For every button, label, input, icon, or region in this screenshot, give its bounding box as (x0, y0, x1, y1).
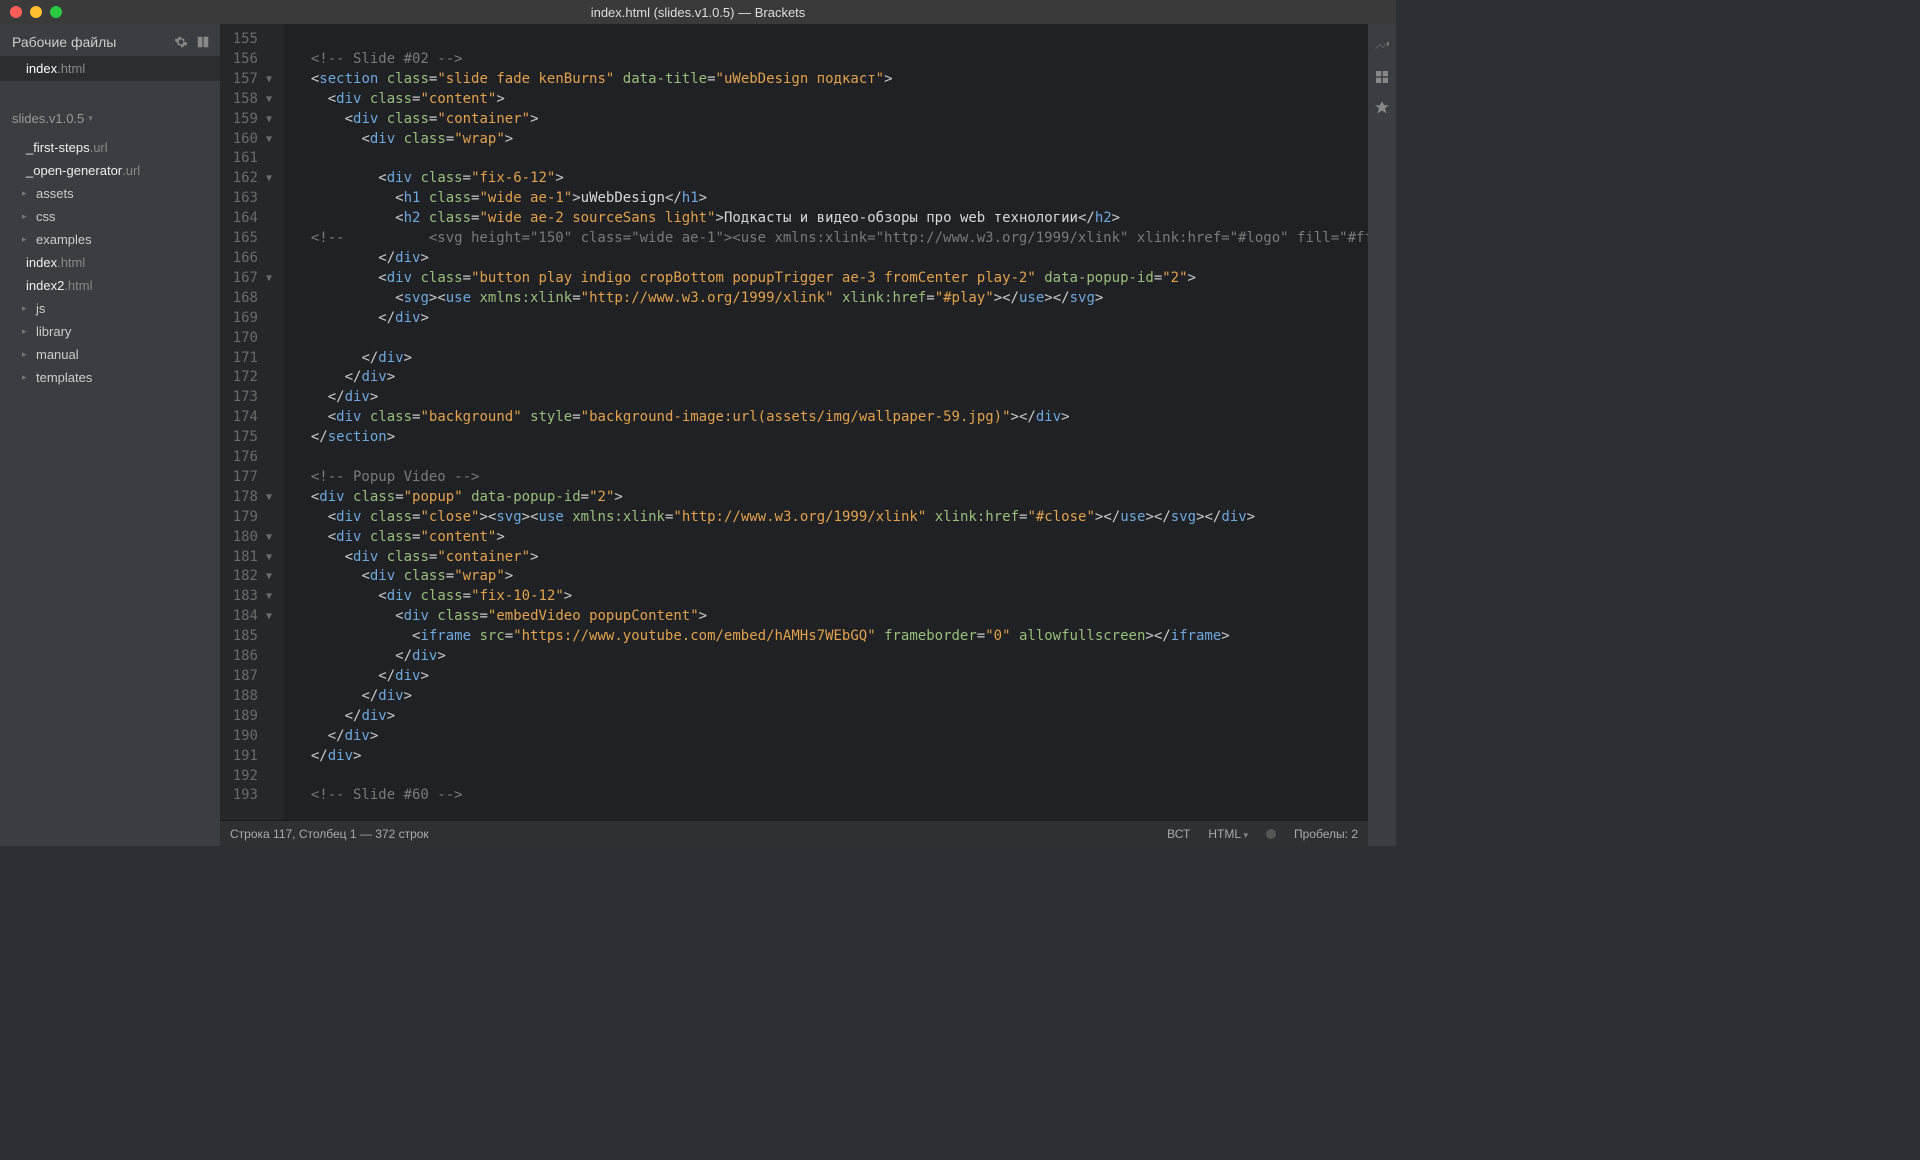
tree-file[interactable]: index.html (0, 251, 220, 274)
tree-folder[interactable]: js (0, 297, 220, 320)
working-file-item[interactable]: index.html (0, 56, 220, 81)
working-files-label: Рабочие файлы (12, 34, 116, 50)
indentation-setting[interactable]: Пробелы: 2 (1294, 827, 1358, 841)
language-dropdown[interactable]: HTML (1208, 827, 1248, 841)
split-view-icon[interactable] (196, 35, 210, 49)
plugin-icon[interactable] (1373, 100, 1391, 118)
status-indicator-icon (1266, 829, 1276, 839)
tree-folder[interactable]: css (0, 205, 220, 228)
insert-mode-toggle[interactable]: ВСТ (1167, 827, 1190, 841)
tree-folder[interactable]: examples (0, 228, 220, 251)
titlebar: index.html (slides.v1.0.5) — Brackets (0, 0, 1396, 24)
extensions-icon[interactable] (1373, 68, 1391, 86)
tree-file[interactable]: _first-steps.url (0, 136, 220, 159)
code-content[interactable]: <!-- Slide #02 --> <section class="slide… (284, 24, 1368, 820)
statusbar: Строка 117, Столбец 1 — 372 строк ВСТ HT… (220, 820, 1368, 846)
right-toolbar (1368, 24, 1396, 846)
project-name: slides.v1.0.5 (12, 111, 84, 126)
gutter[interactable]: 155156157▼158▼159▼160▼161162▼16316416516… (220, 24, 284, 820)
tree-folder[interactable]: templates (0, 366, 220, 389)
code-editor[interactable]: 155156157▼158▼159▼160▼161162▼16316416516… (220, 24, 1368, 820)
tree-folder[interactable]: manual (0, 343, 220, 366)
project-dropdown[interactable]: slides.v1.0.5 ▾ (0, 101, 220, 132)
sidebar: Рабочие файлы index.html slides.v1.0.5 ▾… (0, 24, 220, 846)
gear-icon[interactable] (174, 35, 188, 49)
cursor-position[interactable]: Строка 117, Столбец 1 — 372 строк (230, 827, 429, 841)
working-files-header: Рабочие файлы (0, 24, 220, 56)
tree-folder[interactable]: library (0, 320, 220, 343)
chevron-down-icon: ▾ (88, 113, 93, 124)
window-title: index.html (slides.v1.0.5) — Brackets (0, 5, 1396, 20)
tree-file[interactable]: _open-generator.url (0, 159, 220, 182)
tree-file[interactable]: index2.html (0, 274, 220, 297)
tree-folder[interactable]: assets (0, 182, 220, 205)
live-preview-icon[interactable] (1373, 36, 1391, 54)
